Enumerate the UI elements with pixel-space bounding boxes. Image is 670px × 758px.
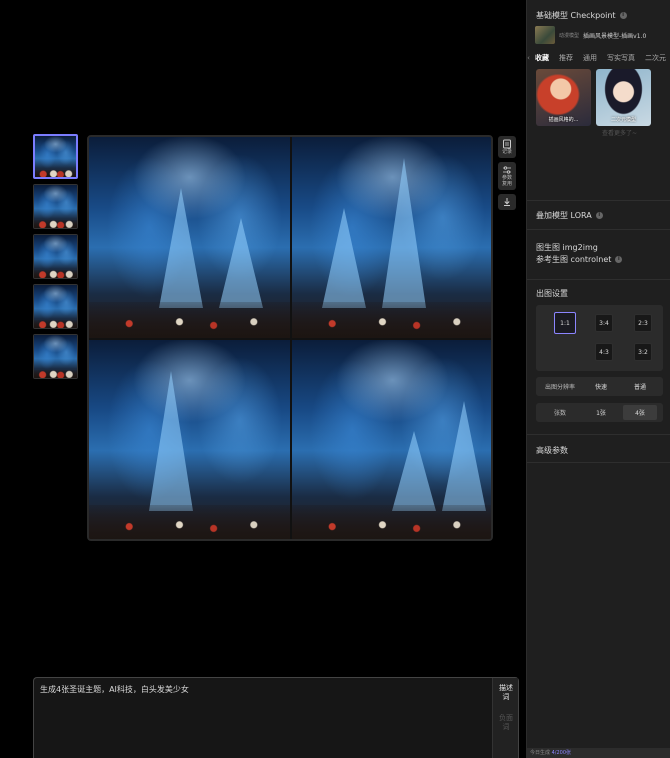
thumbnail-5[interactable] bbox=[33, 334, 78, 379]
divider bbox=[527, 200, 670, 201]
checkpoint-badge: 动漫模型 bbox=[559, 32, 580, 39]
info-icon[interactable]: i bbox=[595, 212, 603, 219]
checkpoint-section-title: 基础模型 Checkpoint i bbox=[527, 10, 636, 21]
model-card-label: 二次元模型 bbox=[610, 117, 636, 123]
resolution-selector: 出图分辨率 快速 普通 bbox=[536, 377, 663, 396]
record-button[interactable]: 记录 bbox=[498, 136, 516, 158]
output-settings-label: 出图设置 bbox=[536, 289, 568, 298]
ratio-3-2[interactable]: 3:2 bbox=[634, 343, 652, 361]
record-label: 记录 bbox=[501, 149, 512, 155]
checkpoint-title: 基础模型 Checkpoint bbox=[536, 11, 616, 20]
divider bbox=[527, 434, 670, 435]
ratio-2-3[interactable]: 2:3 bbox=[634, 314, 652, 332]
model-card-1[interactable]: 插画风格的... bbox=[536, 69, 591, 126]
tab-realistic[interactable]: 写实写真 bbox=[602, 53, 640, 63]
sliders-icon bbox=[503, 166, 511, 174]
count-1[interactable]: 1张 bbox=[584, 405, 618, 420]
count-4[interactable]: 4张 bbox=[623, 405, 657, 420]
image-preview bbox=[87, 135, 493, 541]
generated-image-3[interactable] bbox=[89, 340, 290, 539]
thumbnail-4[interactable] bbox=[33, 284, 78, 329]
resolution-label: 出图分辨率 bbox=[544, 384, 575, 391]
usage-footer: 今日生成 4/200张 bbox=[527, 748, 670, 758]
divider bbox=[527, 462, 670, 463]
divider bbox=[527, 229, 670, 230]
checkpoint-thumbnail bbox=[535, 26, 555, 44]
download-button[interactable] bbox=[498, 194, 516, 210]
model-category-tabs: ‹ 收藏 推荐 通用 写实写真 二次元 bbox=[527, 51, 670, 65]
preview-toolbar: 记录 参数复用 bbox=[498, 136, 516, 214]
generated-image-2[interactable] bbox=[292, 137, 491, 338]
divider bbox=[527, 279, 670, 280]
prompt-box: 生成4张圣诞主题，AI科技，白头发美少女 描述词 负面词 bbox=[33, 677, 519, 758]
generated-image-4[interactable] bbox=[292, 340, 491, 539]
view-more-link[interactable]: 查看更多了~ bbox=[602, 128, 637, 137]
record-icon bbox=[503, 139, 511, 149]
advanced-params-section[interactable]: 高级参数 bbox=[527, 445, 577, 456]
checkpoint-selector[interactable]: 动漫模型 插画风景模型-插画v1.0 bbox=[535, 25, 670, 45]
checkpoint-name: 插画风景模型-插画v1.0 bbox=[583, 32, 647, 40]
params-reuse-button[interactable]: 参数复用 bbox=[498, 162, 516, 190]
lora-title: 叠加模型 LORA bbox=[536, 211, 592, 220]
model-card-label: 插画风格的... bbox=[548, 117, 579, 123]
img2img-title: 图生图 img2img bbox=[536, 243, 598, 252]
advanced-params-title: 高级参数 bbox=[536, 446, 568, 455]
controlnet-title: 参考生图 controlnet bbox=[536, 255, 612, 264]
model-card-2[interactable]: 二次元模型 bbox=[596, 69, 651, 126]
controlnet-section[interactable]: 参考生图 controlnet i bbox=[527, 254, 631, 265]
ratio-1-1[interactable]: 1:1 bbox=[554, 312, 576, 334]
tab-anime[interactable]: 二次元 bbox=[640, 53, 670, 63]
ratio-3-4[interactable]: 3:4 bbox=[595, 314, 613, 332]
count-label: 张数 bbox=[553, 410, 566, 417]
download-icon bbox=[504, 198, 510, 206]
thumbnail-strip bbox=[33, 134, 79, 384]
usage-total: /200张 bbox=[554, 750, 572, 756]
tab-recommended[interactable]: 推荐 bbox=[554, 53, 578, 63]
tab-favorites[interactable]: 收藏 bbox=[530, 53, 554, 63]
settings-panel: 基础模型 Checkpoint i 动漫模型 插画风景模型-插画v1.0 ‹ 收… bbox=[526, 0, 670, 758]
thumbnail-3[interactable] bbox=[33, 234, 78, 279]
aspect-ratio-group: 1:1 3:4 2:3 4:3 3:2 bbox=[536, 305, 663, 371]
prompt-tabs: 描述词 负面词 bbox=[492, 678, 518, 758]
info-icon[interactable]: i bbox=[619, 12, 627, 19]
output-settings-title: 出图设置 bbox=[527, 288, 577, 299]
thumbnail-2[interactable] bbox=[33, 184, 78, 229]
tab-description[interactable]: 描述词 bbox=[493, 678, 519, 708]
prompt-input[interactable]: 生成4张圣诞主题，AI科技，白头发美少女 bbox=[40, 684, 482, 744]
thumbnail-1[interactable] bbox=[33, 134, 78, 179]
info-icon[interactable]: i bbox=[615, 256, 623, 263]
count-selector: 张数 1张 4张 bbox=[536, 403, 663, 422]
tab-general[interactable]: 通用 bbox=[578, 53, 602, 63]
img2img-section[interactable]: 图生图 img2img bbox=[527, 242, 607, 253]
resolution-normal[interactable]: 普通 bbox=[623, 379, 657, 394]
params-reuse-label: 参数复用 bbox=[502, 175, 513, 187]
ratio-4-3[interactable]: 4:3 bbox=[595, 343, 613, 361]
lora-section[interactable]: 叠加模型 LORA i bbox=[527, 210, 612, 221]
tab-negative[interactable]: 负面词 bbox=[493, 708, 519, 738]
generated-image-1[interactable] bbox=[89, 137, 290, 338]
usage-prefix: 今日生成 bbox=[530, 750, 551, 756]
resolution-fast[interactable]: 快速 bbox=[584, 379, 618, 394]
